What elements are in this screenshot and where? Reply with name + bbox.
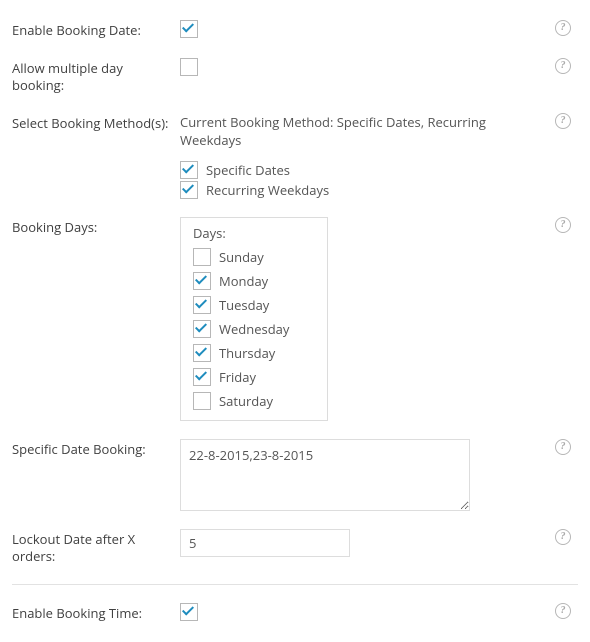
- label-lockout: Lockout Date after X orders:: [12, 529, 180, 566]
- day-option-label: Wednesday: [219, 320, 289, 338]
- label-enable-booking-date: Enable Booking Date:: [12, 20, 180, 40]
- checkbox-day-thursday[interactable]: [193, 344, 211, 362]
- label-enable-booking-time: Enable Booking Time:: [12, 603, 180, 623]
- textarea-specific-date-booking[interactable]: [180, 439, 470, 511]
- method-option-label: Recurring Weekdays: [206, 181, 329, 199]
- help-icon[interactable]: ?: [555, 20, 571, 36]
- checkbox-day-wednesday[interactable]: [193, 320, 211, 338]
- row-booking-methods: Select Booking Method(s): Current Bookin…: [12, 113, 578, 199]
- checkbox-method-specific-dates[interactable]: [180, 161, 198, 179]
- help-icon[interactable]: ?: [555, 603, 571, 619]
- row-specific-date-booking: Specific Date Booking: ?: [12, 439, 578, 511]
- help-icon[interactable]: ?: [555, 439, 571, 455]
- day-option-wednesday: Wednesday: [193, 320, 317, 338]
- checkbox-day-monday[interactable]: [193, 272, 211, 290]
- checkbox-day-tuesday[interactable]: [193, 296, 211, 314]
- checkbox-allow-multi-day[interactable]: [180, 58, 198, 76]
- label-booking-methods: Select Booking Method(s):: [12, 113, 180, 133]
- day-option-friday: Friday: [193, 368, 317, 386]
- section-divider: [12, 584, 578, 585]
- day-option-saturday: Saturday: [193, 392, 317, 410]
- label-specific-date-booking: Specific Date Booking:: [12, 439, 180, 459]
- checkbox-day-saturday[interactable]: [193, 392, 211, 410]
- day-option-label: Tuesday: [219, 296, 269, 314]
- day-option-thursday: Thursday: [193, 344, 317, 362]
- row-allow-multi-day: Allow multiple day booking: ?: [12, 58, 578, 95]
- day-option-tuesday: Tuesday: [193, 296, 317, 314]
- day-option-sunday: Sunday: [193, 248, 317, 266]
- checkbox-enable-booking-time[interactable]: [180, 603, 198, 621]
- row-lockout: Lockout Date after X orders: ?: [12, 529, 578, 566]
- day-option-label: Friday: [219, 368, 256, 386]
- method-option-label: Specific Dates: [206, 161, 290, 179]
- row-enable-booking-date: Enable Booking Date: ?: [12, 20, 578, 40]
- row-booking-days: Booking Days: Days: Sunday Monday Tuesda…: [12, 217, 578, 421]
- label-allow-multi-day: Allow multiple day booking:: [12, 58, 180, 95]
- help-icon[interactable]: ?: [555, 529, 571, 545]
- label-booking-days: Booking Days:: [12, 217, 180, 237]
- help-icon[interactable]: ?: [555, 113, 571, 129]
- checkbox-method-recurring-weekdays[interactable]: [180, 181, 198, 199]
- day-option-label: Monday: [219, 272, 268, 290]
- current-booking-method-text: Current Booking Method: Specific Dates, …: [180, 113, 548, 149]
- days-legend: Days:: [193, 224, 317, 242]
- day-option-label: Thursday: [219, 344, 275, 362]
- checkbox-enable-booking-date[interactable]: [180, 20, 198, 38]
- checkbox-day-friday[interactable]: [193, 368, 211, 386]
- day-option-monday: Monday: [193, 272, 317, 290]
- day-option-label: Sunday: [219, 248, 264, 266]
- day-option-label: Saturday: [219, 392, 273, 410]
- method-option-recurring-weekdays: Recurring Weekdays: [180, 181, 548, 199]
- checkbox-day-sunday[interactable]: [193, 248, 211, 266]
- help-icon[interactable]: ?: [555, 58, 571, 74]
- method-option-specific-dates: Specific Dates: [180, 161, 548, 179]
- input-lockout-orders[interactable]: [180, 529, 350, 557]
- row-enable-booking-time: Enable Booking Time: ?: [12, 603, 578, 623]
- days-fieldset: Days: Sunday Monday Tuesday Wednesday: [180, 217, 328, 421]
- help-icon[interactable]: ?: [555, 217, 571, 233]
